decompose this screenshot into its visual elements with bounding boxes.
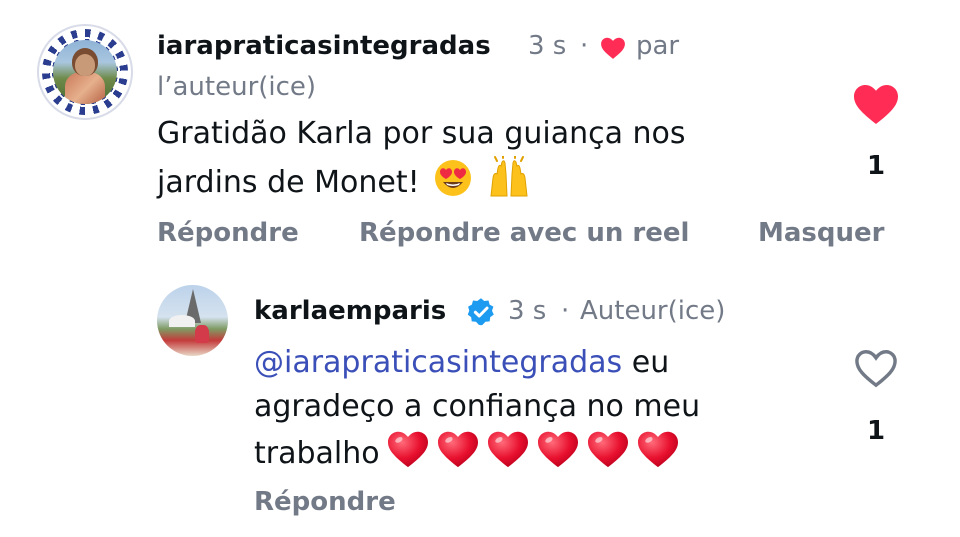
red-heart-emoji [386,429,430,482]
comment-text-line-3-words: trabalho [254,436,380,471]
avatar-umbrella [169,315,195,327]
verified-badge-icon [466,297,496,331]
comment-text-line-2: agradeço a confiança no meu [254,389,701,424]
author-tag: Auteur(ice) [580,296,726,326]
liked-by-author-prefix: par [636,31,680,61]
like-count: 1 [866,151,886,181]
avatar-head [75,54,95,76]
comment-username[interactable]: karlaemparis [254,296,446,326]
liked-by-author-heart-icon [600,36,626,61]
comment-text-line-2-words: jardins de Monet! [157,165,420,200]
comment-text-line-1: @iarapraticasintegradas eu [254,341,700,385]
mention-link[interactable]: @iarapraticasintegradas [254,345,622,380]
like-button[interactable] [852,347,900,393]
hide-button[interactable]: Masquer [758,218,884,248]
reply-with-reel-button[interactable]: Répondre avec un reel [359,218,689,248]
avatar-iarapraticasintegradas[interactable] [37,24,133,120]
heart-filled-icon [854,85,898,124]
comment-text-after-mention: eu [622,345,670,380]
red-heart-emoji [636,429,680,482]
heart-eyes-emoji [433,158,473,211]
avatar-person [195,325,209,343]
avatar-photo [53,40,117,104]
reply-button[interactable]: Répondre [254,487,396,517]
avatar-karlaemparis[interactable] [157,285,228,356]
heart-outline-icon [855,350,897,388]
red-heart-emoji [436,429,480,482]
comment-text-line-2: jardins de Monet! [157,155,686,211]
comment-text: Gratidão Karla por sua guiança nos jardi… [157,112,686,211]
liked-by-author-suffix: l’auteur(ice) [157,72,317,102]
red-heart-emoji [486,429,530,482]
comment-text-line-1: Gratidão Karla por sua guiança nos [157,116,686,151]
meta-separator: · [580,31,589,61]
comment-text-line-3: trabalho [254,429,700,482]
raising-hands-emoji [487,155,531,211]
comment-time: 3 s [508,296,547,326]
comment-time: 3 s [528,31,567,61]
reply-button[interactable]: Répondre [157,218,299,248]
red-heart-emoji [586,429,630,482]
hearts-row [380,431,680,471]
red-heart-emoji [536,429,580,482]
like-count: 1 [866,416,886,446]
meta-separator: · [561,296,570,326]
avatar-scarf [65,72,105,104]
like-button[interactable] [851,82,901,130]
comment-text: @iarapraticasintegradas eu agradeço a co… [254,341,700,482]
comment-username[interactable]: iarapraticasintegradas [157,31,491,61]
